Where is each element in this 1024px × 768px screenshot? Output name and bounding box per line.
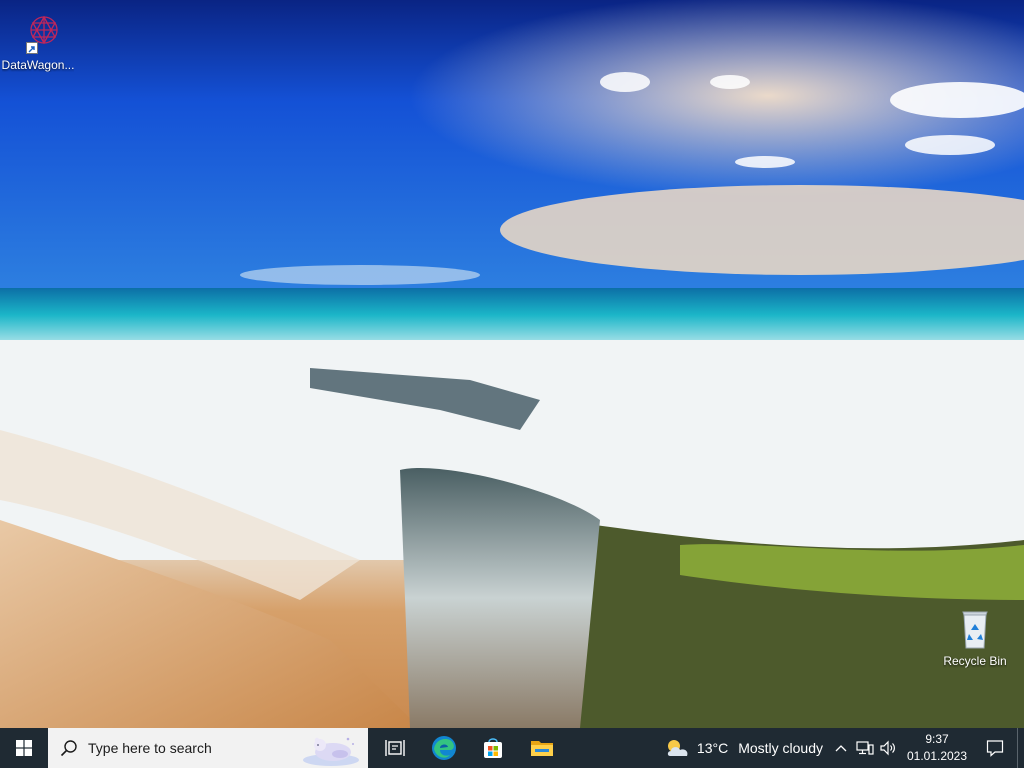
- store-button[interactable]: [468, 728, 517, 768]
- task-view-button[interactable]: [370, 728, 419, 768]
- taskbar: 13°C Mostly cloudy 9:37 01.01.: [0, 728, 1024, 768]
- datawagon-app-icon: [14, 8, 62, 56]
- network-icon: [856, 741, 874, 755]
- taskbar-search-box[interactable]: [48, 728, 368, 768]
- desktop: DataWagon... Recycle Bin: [0, 0, 1024, 728]
- partly-cloudy-icon: [667, 740, 688, 756]
- volume-icon: [880, 740, 895, 756]
- notification-center-button[interactable]: [973, 728, 1017, 768]
- clock-time: 9:37: [925, 732, 949, 746]
- weather-condition: Mostly cloudy: [738, 740, 823, 756]
- system-tray: [829, 728, 901, 768]
- search-icon: [60, 740, 77, 757]
- shortcut-arrow-icon: [26, 42, 38, 54]
- file-explorer-button[interactable]: [517, 728, 566, 768]
- pinned-apps: [370, 728, 566, 768]
- show-hidden-icons-button[interactable]: [829, 728, 853, 768]
- desktop-icon-label: Recycle Bin: [943, 654, 1007, 668]
- weather-widget[interactable]: 13°C Mostly cloudy: [659, 728, 829, 768]
- desktop-wallpaper: [0, 0, 1024, 728]
- taskbar-clock[interactable]: 9:37 01.01.2023: [901, 728, 973, 768]
- clock-date: 01.01.2023: [906, 749, 968, 763]
- edge-button[interactable]: [419, 728, 468, 768]
- search-input[interactable]: [86, 739, 290, 757]
- task-view-icon: [384, 740, 405, 756]
- search-highlight-icon[interactable]: [300, 730, 362, 766]
- desktop-icon-recycle-bin[interactable]: Recycle Bin: [937, 604, 1013, 668]
- weather-temperature: 13°C: [696, 740, 729, 756]
- edge-icon: [431, 736, 456, 760]
- desktop-icon-datawagon[interactable]: DataWagon...: [0, 8, 76, 72]
- desktop-icon-label: DataWagon...: [1, 58, 75, 72]
- chevron-up-icon: [835, 745, 847, 752]
- recycle-bin-icon: [951, 604, 999, 652]
- network-button[interactable]: [853, 728, 877, 768]
- start-button[interactable]: [0, 728, 48, 768]
- store-icon: [483, 738, 502, 758]
- volume-button[interactable]: [877, 728, 901, 768]
- show-desktop-button[interactable]: [1017, 728, 1024, 768]
- windows-logo-icon: [16, 740, 32, 756]
- folder-icon: [530, 741, 553, 756]
- notification-icon: [986, 740, 1004, 757]
